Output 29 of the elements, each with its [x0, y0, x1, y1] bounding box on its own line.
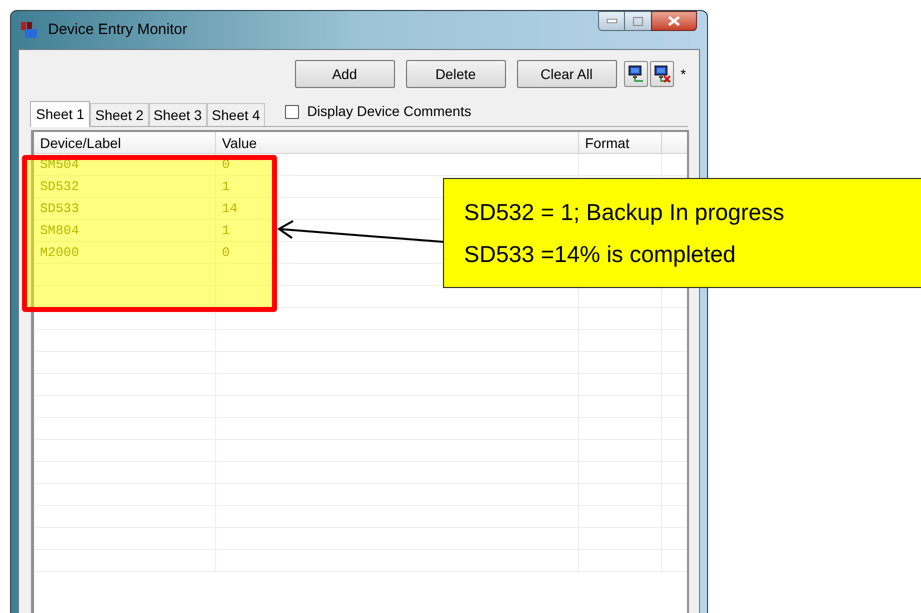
monitor-cross-icon [652, 65, 671, 83]
checkbox-label: Display Device Comments [307, 102, 472, 121]
close-button[interactable] [651, 11, 697, 31]
monitor-icon [626, 65, 645, 83]
monitor-button[interactable] [624, 61, 648, 87]
table-cell: SD533 [34, 198, 216, 219]
sheet-tab[interactable]: Sheet 4 [206, 103, 266, 126]
minimize-icon [606, 19, 616, 23]
app-icon [20, 21, 38, 39]
modified-mark: * [680, 64, 686, 84]
remove-monitor-button[interactable] [650, 61, 674, 87]
window-title: Device Entry Monitor [48, 20, 188, 40]
minimize-button[interactable] [598, 11, 625, 31]
column-header[interactable]: Device/Label [34, 132, 216, 153]
toolbar-button[interactable]: Clear All [516, 60, 617, 88]
sheet-tab[interactable]: Sheet 1 [30, 101, 90, 127]
toolbar-button[interactable]: Delete [406, 60, 506, 88]
toolbar-button[interactable]: Add [294, 60, 395, 88]
table-cell: SD532 [34, 176, 216, 197]
sheet-tab[interactable]: Sheet 2 [90, 103, 149, 126]
maximize-button[interactable] [625, 11, 651, 31]
sheet-tab[interactable]: Sheet 3 [148, 103, 207, 126]
table-cell: M2000 [34, 242, 216, 263]
column-header[interactable]: Value [216, 132, 579, 153]
checkbox[interactable] [285, 104, 300, 118]
close-icon [668, 16, 680, 26]
table-cell: SM804 [34, 220, 216, 241]
column-header[interactable]: Format [579, 132, 662, 153]
maximize-icon [633, 16, 643, 26]
